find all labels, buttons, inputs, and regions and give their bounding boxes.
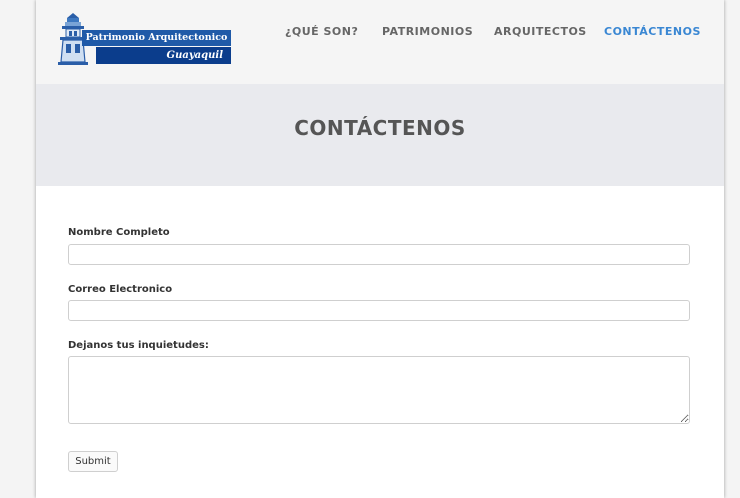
message-label: Dejanos tus inquietudes: xyxy=(68,340,209,351)
page-container: Patrimonio Arquitectonico Guayaquil ¿QUÉ… xyxy=(36,0,724,498)
name-field[interactable] xyxy=(68,244,690,265)
email-label: Correo Electronico xyxy=(68,284,173,295)
name-label: Nombre Completo xyxy=(68,227,170,238)
navbar: Patrimonio Arquitectonico Guayaquil ¿QUÉ… xyxy=(36,0,724,84)
nav-item-que-son[interactable]: ¿QUÉ SON? xyxy=(285,25,358,38)
main-nav: ¿QUÉ SON? PATRIMONIOS ARQUITECTOS CONTÁC… xyxy=(36,25,724,41)
email-field[interactable] xyxy=(68,300,690,321)
nav-item-arquitectos[interactable]: ARQUITECTOS xyxy=(494,25,587,38)
nav-item-contactenos[interactable]: CONTÁCTENOS xyxy=(604,25,701,38)
nav-item-patrimonios[interactable]: PATRIMONIOS xyxy=(382,25,473,38)
page-title: CONTÁCTENOS xyxy=(294,116,466,140)
submit-button[interactable]: Submit xyxy=(68,451,118,472)
message-textarea[interactable] xyxy=(68,356,690,424)
logo-subtitle: Guayaquil xyxy=(96,47,231,64)
